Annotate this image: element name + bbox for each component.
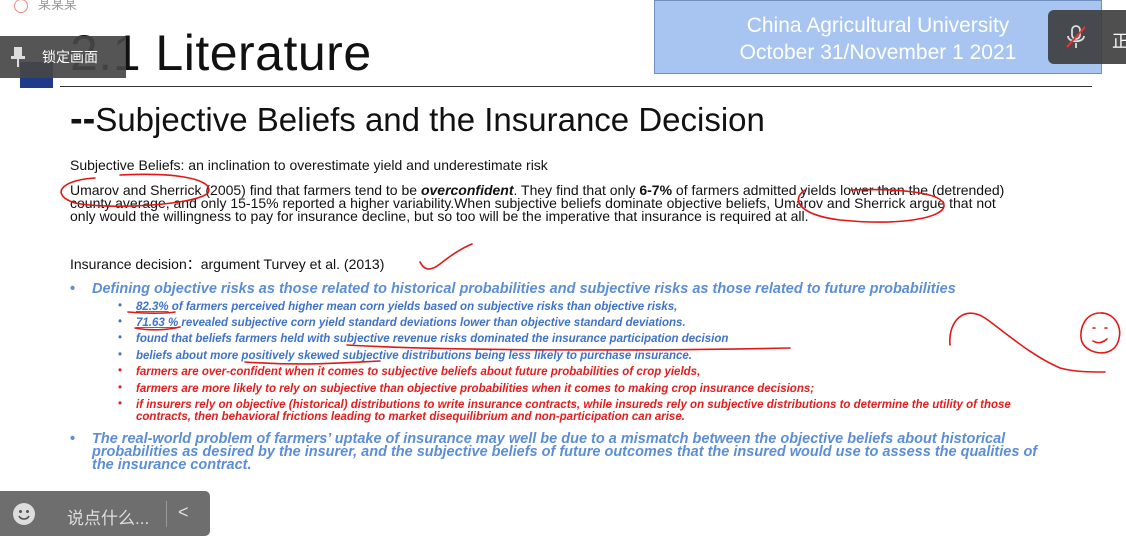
presentation-slide: 某某某 2.1 Literature China Agricultural Un…	[0, 0, 1126, 559]
mute-microphone-button[interactable]: 正	[1048, 10, 1126, 64]
insurance-decision-text: Insurance decision：argument Turvey et al…	[70, 256, 385, 272]
mute-button-label: 正	[1112, 32, 1126, 51]
presenter-ghost-label: 某某某	[14, 0, 77, 13]
lock-screen-label: 锁定画面	[42, 49, 98, 65]
chat-divider	[166, 501, 167, 527]
university-banner: China Agricultural University October 31…	[654, 0, 1102, 74]
paragraph-line-3: only would the willingness to pay for in…	[70, 208, 809, 224]
record-dot-icon	[14, 0, 28, 13]
definition-text: Subjective Beliefs: an inclination to ov…	[70, 157, 548, 173]
chat-placeholder[interactable]: 说点什么...	[67, 504, 149, 529]
chevron-left-icon[interactable]: <	[178, 502, 189, 523]
microphone-muted-icon	[1066, 25, 1086, 48]
annotation-ink-layer	[60, 173, 1121, 373]
ink-smiley-face	[1080, 312, 1121, 354]
subtitle-dash: --	[70, 98, 96, 140]
lock-screen-button[interactable]: 锁定画面	[0, 36, 126, 78]
slide-subtitle: --Subjective Beliefs and the Insurance D…	[70, 98, 765, 140]
title-divider	[60, 86, 1092, 87]
chat-input-bar[interactable]: 说点什么... <	[0, 491, 210, 536]
ink-smiley-mouth	[1092, 338, 1108, 344]
ink-check-mark	[419, 243, 473, 270]
emoji-icon[interactable]	[12, 502, 36, 526]
banner-line-1: China Agricultural University	[746, 14, 1010, 37]
banner-line-2: October 31/November 1 2021	[739, 41, 1017, 64]
pin-icon	[11, 47, 25, 67]
